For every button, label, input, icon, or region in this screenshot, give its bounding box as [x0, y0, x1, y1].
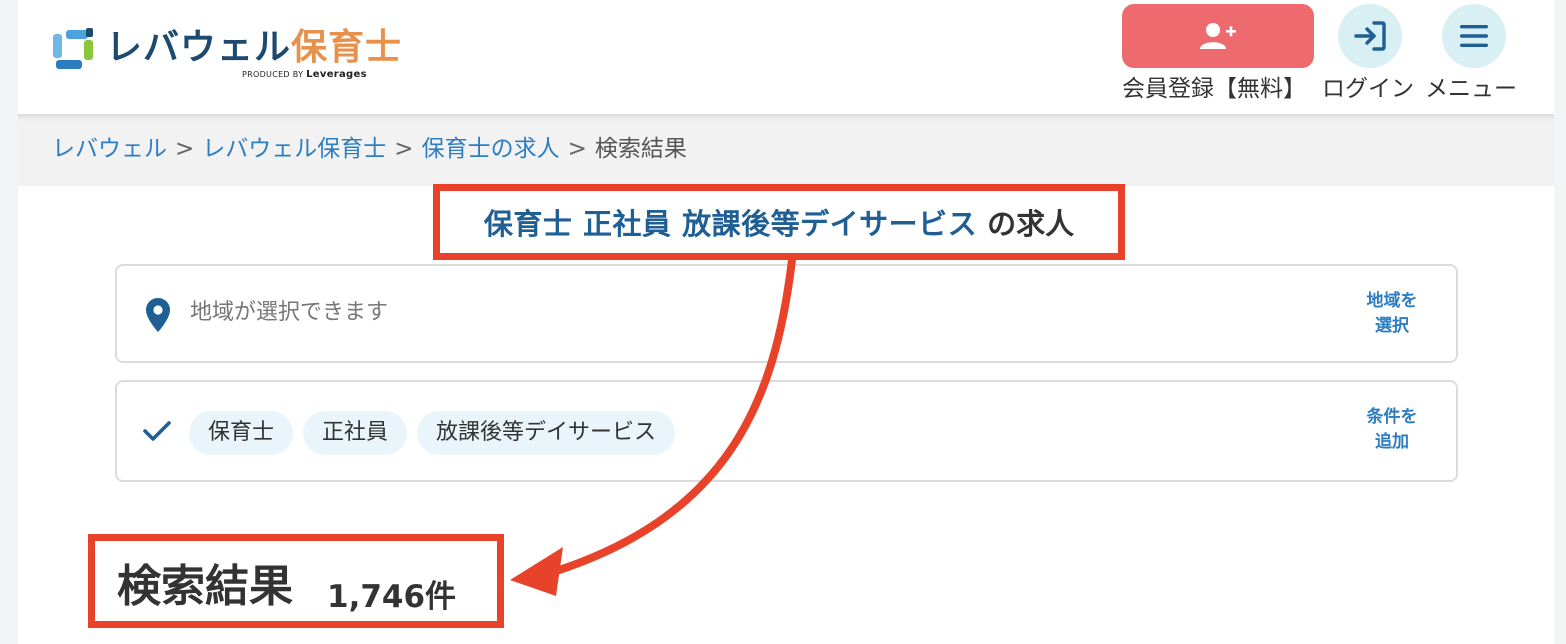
area-select-card[interactable]: 地域が選択できます 地域を 選択: [115, 264, 1458, 363]
breadcrumb: レバウェル > レバウェル保育士 > 保育士の求人 > 検索結果: [52, 133, 687, 165]
page-title-keywords: 保育士 正社員 放課後等デイサービス: [483, 207, 978, 241]
add-condition-link[interactable]: 条件を 追加: [1352, 405, 1432, 455]
logo-sub-brand: Leverages: [306, 69, 367, 80]
check-icon: [143, 421, 171, 441]
menu-button[interactable]: [1442, 4, 1506, 68]
logo-wordmark: レバウェル保育士: [106, 24, 402, 72]
page-title: 保育士 正社員 放課後等デイサービス の求人: [484, 201, 1074, 243]
condition-tags: 保育士 正社員 放課後等デイサービス: [189, 411, 676, 455]
logo-mark-icon: [53, 28, 93, 69]
location-pin-icon: [146, 298, 170, 332]
hamburger-icon: [1460, 25, 1488, 47]
menu-label[interactable]: メニュー: [1425, 74, 1517, 104]
breadcrumb-current: 検索結果: [594, 136, 687, 162]
logo-produced-by: PRODUCED BY Leverages: [242, 69, 367, 80]
select-area-link-line2: 選択: [1375, 316, 1409, 336]
logo-main-text: レバウェル: [106, 27, 292, 68]
area-placeholder: 地域が選択できます: [190, 300, 389, 325]
breadcrumb-separator: >: [175, 136, 195, 162]
login-arrow-icon: [1354, 21, 1386, 51]
login-label[interactable]: ログイン: [1322, 74, 1414, 104]
heading-annotation-box: 保育士 正社員 放課後等デイサービス の求人: [433, 184, 1125, 260]
page-gutter-right: [1554, 0, 1566, 644]
user-plus-icon: [1200, 23, 1236, 49]
register-button[interactable]: [1122, 4, 1314, 68]
breadcrumb-separator: >: [567, 136, 587, 162]
condition-tag: 放課後等デイサービス: [417, 411, 676, 455]
add-condition-link-line2: 追加: [1375, 432, 1409, 452]
add-condition-link-line1: 条件を: [1366, 407, 1418, 427]
page: レバウェル保育士 PRODUCED BY Leverages 会員登録【無料】 …: [0, 0, 1566, 644]
breadcrumb-separator: >: [394, 136, 414, 162]
conditions-card[interactable]: 保育士 正社員 放課後等デイサービス 条件を 追加: [115, 380, 1458, 482]
breadcrumb-link-jobs[interactable]: 保育士の求人: [422, 136, 560, 162]
login-button[interactable]: [1338, 4, 1402, 68]
logo-sub-prefix: PRODUCED BY: [242, 70, 307, 79]
breadcrumb-link-hoikushi-top[interactable]: レバウェル保育士: [202, 136, 386, 162]
results-title: 検索結果: [117, 561, 293, 612]
select-area-link[interactable]: 地域を 選択: [1352, 289, 1432, 339]
results-count: 1,746件: [327, 579, 457, 615]
register-label[interactable]: 会員登録【無料】: [1122, 74, 1306, 104]
select-area-link-line1: 地域を: [1366, 291, 1418, 311]
breadcrumb-link-levwell[interactable]: レバウェル: [52, 136, 167, 162]
breadcrumb-bar: レバウェル > レバウェル保育士 > 保育士の求人 > 検索結果: [18, 114, 1554, 186]
condition-tag: 正社員: [303, 411, 408, 455]
page-title-suffix: の求人: [987, 207, 1075, 241]
results-annotation-box: 検索結果 1,746件: [88, 534, 504, 628]
site-logo[interactable]: レバウェル保育士 PRODUCED BY Leverages: [50, 24, 401, 84]
logo-accent-text: 保育士: [291, 27, 403, 68]
page-gutter-left: [0, 0, 18, 644]
condition-tag: 保育士: [189, 411, 294, 455]
annotation-arrowhead: [510, 547, 563, 596]
